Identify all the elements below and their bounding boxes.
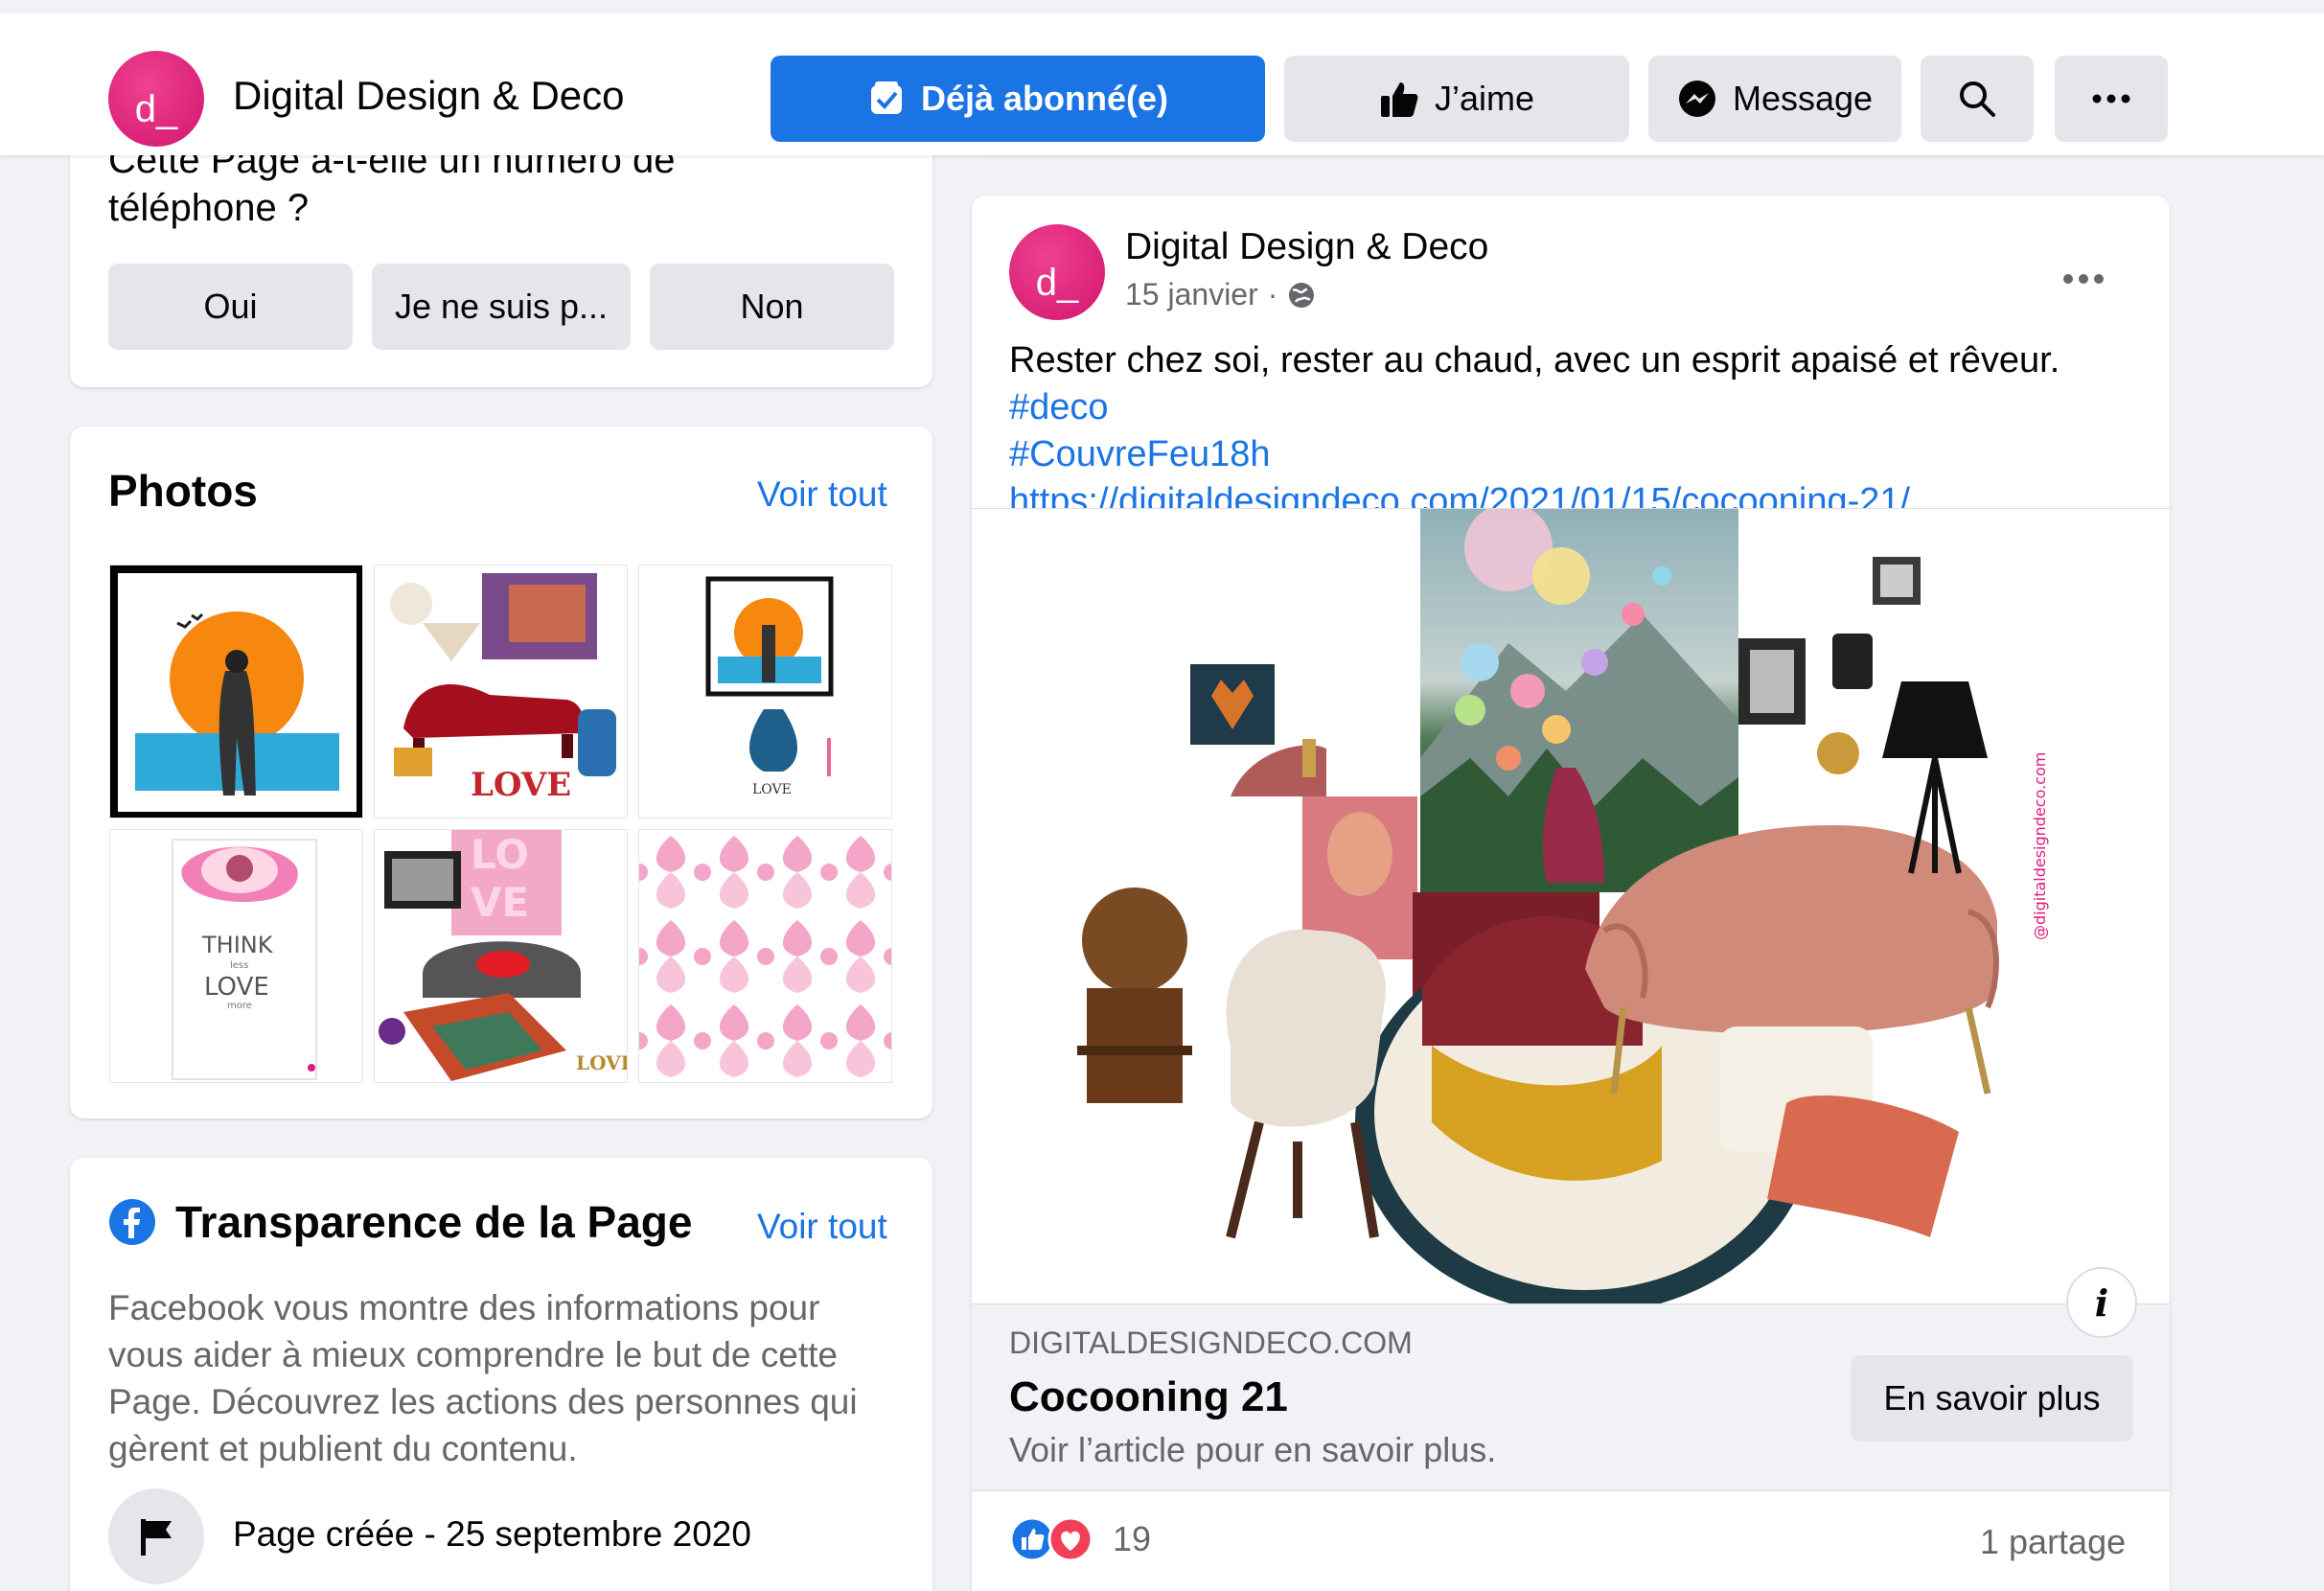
cocooning-moodboard-image: @digitaldesigndeco.com: [1077, 509, 2049, 1303]
photos-title: Photos: [108, 466, 258, 516]
post-link-image[interactable]: @digitaldesigndeco.com: [972, 508, 2170, 1303]
page-created-text: Page créée - 25 septembre 2020: [233, 1514, 751, 1554]
photo-thumbnail[interactable]: LOVE: [374, 565, 628, 819]
post-meta: 15 janvier ·: [1125, 277, 1316, 312]
choice-no-button[interactable]: Non: [650, 264, 894, 350]
page-avatar[interactable]: d_: [108, 51, 204, 147]
learn-more-button[interactable]: En savoir plus: [1851, 1355, 2133, 1441]
hashtag-link[interactable]: #deco: [1009, 387, 1109, 427]
think-text: THINK: [201, 932, 274, 958]
post-date-separator: ·: [1267, 277, 1278, 311]
more-options-button[interactable]: [2055, 56, 2168, 142]
share-count[interactable]: 1 partage: [1980, 1522, 2126, 1562]
post-options-button[interactable]: [2062, 251, 2105, 294]
message-button[interactable]: Message: [1648, 56, 1901, 142]
messenger-icon: [1678, 81, 1715, 117]
svg-text:LO: LO: [471, 831, 529, 878]
transparency-description: Facebook vous montre des informations po…: [108, 1288, 858, 1468]
more-text: more: [227, 1001, 252, 1011]
choice-yes-button[interactable]: Oui: [108, 264, 353, 350]
more-dots-icon: [2063, 274, 2104, 284]
post-author-name[interactable]: Digital Design & Deco: [1125, 226, 1488, 268]
choice-unsure-button[interactable]: Je ne suis p...: [372, 264, 631, 350]
like-button[interactable]: J’aime: [1284, 56, 1629, 142]
flag-icon: [141, 1519, 172, 1556]
frame-vase-collage-image: LOVE: [639, 565, 891, 818]
globe-icon: [1289, 282, 1315, 308]
post-text: Rester chez soi, rester au chaud, avec u…: [1009, 337, 2140, 525]
photos-see-all-link[interactable]: Voir tout: [757, 474, 887, 515]
photo-thumbnail[interactable]: [109, 565, 363, 819]
photo-thumbnail[interactable]: LO VE LOVE: [374, 829, 628, 1083]
svg-text:VE: VE: [471, 879, 529, 926]
love-reaction-icon: [1047, 1516, 1093, 1562]
reactions-summary[interactable]: 19: [1009, 1516, 1151, 1562]
search-button[interactable]: [1921, 56, 2034, 142]
page-name[interactable]: Digital Design & Deco: [233, 73, 625, 119]
love-sign: LOVE: [471, 766, 571, 804]
link-domain: DIGITALDESIGNDECO.COM: [1009, 1326, 1413, 1360]
post-date[interactable]: 15 janvier: [1125, 277, 1258, 312]
link-preview[interactable]: DIGITALDESIGNDECO.COM Cocooning 21 Voir …: [972, 1303, 2170, 1491]
link-title: Cocooning 21: [1009, 1373, 1288, 1420]
photo-thumbnail[interactable]: LOVE: [638, 565, 892, 819]
less-text: less: [230, 960, 248, 971]
reaction-icons: [1009, 1516, 1093, 1562]
search-icon: [1960, 81, 1995, 117]
subscribed-button[interactable]: Déjà abonné(e): [771, 56, 1265, 142]
link-description: Voir l’article pour en savoir plus.: [1009, 1430, 1497, 1469]
pink-damask-pattern-image: [639, 830, 891, 1082]
message-label: Message: [1732, 79, 1874, 118]
more-dots-icon: [2092, 94, 2130, 104]
lips-sofa-collage-image: LO VE LOVE: [375, 830, 628, 1082]
like-label: J’aime: [1434, 79, 1535, 118]
facebook-logo-icon: [109, 1199, 155, 1245]
love-text: LOVE: [752, 782, 792, 797]
photo-thumbnail[interactable]: THINK less LOVE more: [109, 829, 363, 1083]
subscribed-label: Déjà abonné(e): [920, 79, 1169, 118]
post-author-avatar[interactable]: d_: [1009, 224, 1105, 320]
couple-sunset-image: [110, 565, 362, 818]
think-love-poster-image: THINK less LOVE more: [110, 830, 362, 1082]
love-sign: LOVE: [576, 1051, 628, 1074]
red-chaise-collage-image: LOVE: [375, 565, 627, 818]
post-body: Rester chez soi, rester au chaud, avec u…: [1009, 340, 2060, 380]
transparency-title: Transparence de la Page: [175, 1197, 693, 1247]
thumbs-up-icon: [1380, 82, 1418, 117]
reaction-count: 19: [1113, 1519, 1152, 1558]
info-button[interactable]: i: [2066, 1267, 2137, 1338]
hashtag-link[interactable]: #CouvreFeu18h: [1009, 434, 1271, 474]
love-text: LOVE: [204, 973, 269, 1002]
page-header: d_ Digital Design & Deco Déjà abonné(e) …: [0, 0, 2324, 155]
image-watermark: @digitaldesigndeco.com: [2031, 752, 2049, 940]
transparency-see-all-link[interactable]: Voir tout: [757, 1207, 887, 1247]
subscribed-check-icon: [870, 81, 902, 114]
photo-thumbnail[interactable]: [638, 829, 892, 1083]
flag-icon-container: [108, 1488, 204, 1584]
